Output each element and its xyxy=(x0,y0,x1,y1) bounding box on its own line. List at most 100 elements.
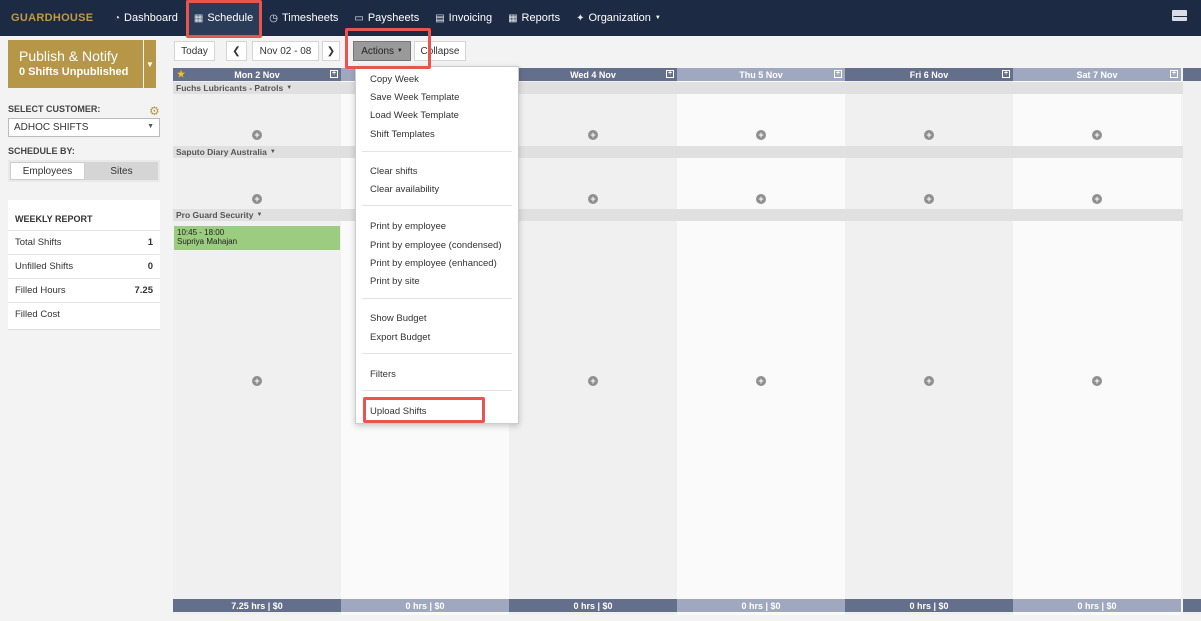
add-shift-icon[interactable]: + xyxy=(588,376,598,386)
menu-item-print-by-employee-condensed[interactable]: Print by employee (condensed) xyxy=(370,240,502,251)
schedule-by-sites[interactable]: Sites xyxy=(85,162,158,180)
nav-item-label: Invoicing xyxy=(448,12,493,24)
menu-item-save-week-template[interactable]: Save Week Template xyxy=(370,92,459,103)
menu-item-print-by-employee[interactable]: Print by employee xyxy=(370,221,446,232)
site-group-header[interactable]: Saputo Diary Australia ▼ xyxy=(173,146,1201,158)
collapse-button[interactable]: Collapse xyxy=(414,41,466,61)
schedule-by-label: SCHEDULE BY: xyxy=(8,146,75,156)
nav-item-schedule[interactable]: ▦ Schedule xyxy=(185,0,262,36)
brand-logo[interactable]: GUARDHOUSE xyxy=(11,12,106,24)
menu-item-clear-shifts[interactable]: Clear shifts xyxy=(370,166,418,177)
next-week-button[interactable]: ❯ xyxy=(322,41,340,61)
day-header-label: Thu 5 Nov xyxy=(739,69,783,80)
chevron-down-icon: ▼ xyxy=(147,123,154,130)
customer-select[interactable]: ADHOC SHIFTS ▼ xyxy=(8,118,160,137)
add-shift-icon[interactable]: + xyxy=(756,376,766,386)
actions-dropdown-menu: Copy Week Save Week Template Load Week Tem… xyxy=(355,66,519,424)
nav-item-label: Dashboard xyxy=(124,12,178,24)
weekly-report: WEEKLY REPORT Total Shifts 1 Unfilled Shif… xyxy=(8,200,160,330)
nav-item-invoicing[interactable]: ▤ Invoicing xyxy=(427,0,500,36)
report-row-value: 0 xyxy=(147,261,153,272)
menu-item-upload-shifts[interactable]: Upload Shifts xyxy=(370,406,427,417)
day-total-footer: 0 hrs | $0 xyxy=(845,599,1013,612)
report-row-label: Filled Cost xyxy=(15,309,60,320)
nav-item-paysheets[interactable]: ▭ Paysheets xyxy=(346,0,427,36)
nav-item-label: Timesheets xyxy=(281,12,339,24)
menu-item-clear-availability[interactable]: Clear availability xyxy=(370,184,439,195)
menu-item-print-by-employee-enhanced[interactable]: Print by employee (enhanced) xyxy=(370,258,497,269)
add-shift-icon[interactable]: + xyxy=(588,130,598,140)
menu-item-print-by-site[interactable]: Print by site xyxy=(370,276,420,287)
date-range-button[interactable]: Nov 02 - 08 xyxy=(252,41,319,61)
day-total-footer: 0 hrs | $0 xyxy=(341,599,509,612)
caret-down-icon: ▼ xyxy=(269,149,276,155)
day-header[interactable]: Fri 6 Nov + xyxy=(845,68,1013,81)
sunday-column-header-stub xyxy=(1183,68,1201,81)
add-day-icon[interactable]: + xyxy=(834,70,842,78)
add-shift-icon[interactable]: + xyxy=(756,194,766,204)
weekly-report-title: WEEKLY REPORT xyxy=(15,214,93,224)
add-shift-icon[interactable]: + xyxy=(1092,376,1102,386)
day-header[interactable]: Sat 7 Nov + xyxy=(1013,68,1181,81)
add-shift-icon[interactable]: + xyxy=(924,376,934,386)
calendar-overflow-column xyxy=(1183,68,1201,615)
add-shift-icon[interactable]: + xyxy=(252,194,262,204)
schedule-by-employees[interactable]: Employees xyxy=(10,162,85,180)
site-group-header[interactable]: Fuchs Lubricants - Patrols ▼ xyxy=(173,82,1201,94)
add-shift-icon[interactable]: + xyxy=(924,130,934,140)
day-header[interactable]: Mon 2 Nov ★ + xyxy=(173,68,341,81)
day-total-footer: 7.25 hrs | $0 xyxy=(173,599,341,612)
menu-divider xyxy=(362,353,512,354)
publish-title: Publish & Notify xyxy=(19,48,118,64)
gear-icon[interactable]: ⚙ xyxy=(149,104,160,118)
menu-item-show-budget[interactable]: Show Budget xyxy=(370,313,427,324)
add-shift-icon[interactable]: + xyxy=(252,376,262,386)
add-day-icon[interactable]: + xyxy=(666,70,674,78)
select-customer-label: SELECT CUSTOMER: xyxy=(8,104,101,114)
menu-item-export-budget[interactable]: Export Budget xyxy=(370,332,430,343)
customer-select-value: ADHOC SHIFTS xyxy=(14,122,89,133)
prev-week-button[interactable]: ❮ xyxy=(226,41,247,61)
site-group-label: Saputo Diary Australia xyxy=(176,147,267,157)
add-shift-icon[interactable]: + xyxy=(1092,194,1102,204)
nav-item-label: Reports xyxy=(521,12,561,24)
menu-divider xyxy=(362,390,512,391)
add-shift-icon[interactable]: + xyxy=(924,194,934,204)
menu-item-filters[interactable]: Filters xyxy=(370,369,396,380)
day-header[interactable]: Thu 5 Nov + xyxy=(677,68,845,81)
menu-divider xyxy=(362,151,512,152)
site-group-label: Pro Guard Security xyxy=(176,210,254,220)
add-shift-icon[interactable]: + xyxy=(1092,130,1102,140)
publish-dropdown-caret[interactable]: ▼ xyxy=(144,40,156,88)
day-header-label: Fri 6 Nov xyxy=(909,69,949,80)
report-row-label: Unfilled Shifts xyxy=(15,261,74,272)
add-day-icon[interactable]: + xyxy=(330,70,338,78)
nav-item-dashboard[interactable]: ◔ Dashboard xyxy=(106,0,186,36)
nav-item-timesheets[interactable]: ◷ Timesheets xyxy=(261,0,346,36)
mail-icon[interactable] xyxy=(1172,10,1188,21)
day-total-footer: 0 hrs | $0 xyxy=(509,599,677,612)
add-day-icon[interactable]: + xyxy=(1002,70,1010,78)
menu-item-copy-week[interactable]: Copy Week xyxy=(370,74,419,85)
publish-notify-button[interactable]: Publish & Notify 0 Shifts Unpublished xyxy=(8,40,143,88)
site-group-header[interactable]: Pro Guard Security ▼ xyxy=(173,209,1201,221)
site-group-label: Fuchs Lubricants - Patrols xyxy=(176,83,284,93)
report-row: Filled Cost xyxy=(8,302,160,326)
day-header[interactable]: Wed 4 Nov + xyxy=(509,68,677,81)
menu-item-shift-templates[interactable]: Shift Templates xyxy=(370,129,435,140)
menu-item-load-week-template[interactable]: Load Week Template xyxy=(370,110,459,121)
users-icon: ✦ xyxy=(576,12,585,24)
publish-subtitle: 0 Shifts Unpublished xyxy=(19,66,129,78)
add-shift-icon[interactable]: + xyxy=(588,194,598,204)
add-shift-icon[interactable]: + xyxy=(252,130,262,140)
sunday-footer-stub xyxy=(1183,599,1201,612)
shift-card[interactable]: 10:45 - 18:00 Supriya Mahajan xyxy=(174,226,340,250)
add-day-icon[interactable]: + xyxy=(1170,70,1178,78)
dashboard-icon: ◔ xyxy=(114,12,121,24)
nav-item-reports[interactable]: ▦ Reports xyxy=(500,0,568,36)
nav-item-organization[interactable]: ✦ Organization ▼ xyxy=(568,0,669,36)
today-button[interactable]: Today xyxy=(174,41,215,61)
add-shift-icon[interactable]: + xyxy=(756,130,766,140)
actions-button[interactable]: Actions ▼ xyxy=(353,41,411,61)
star-icon: ★ xyxy=(177,69,186,79)
